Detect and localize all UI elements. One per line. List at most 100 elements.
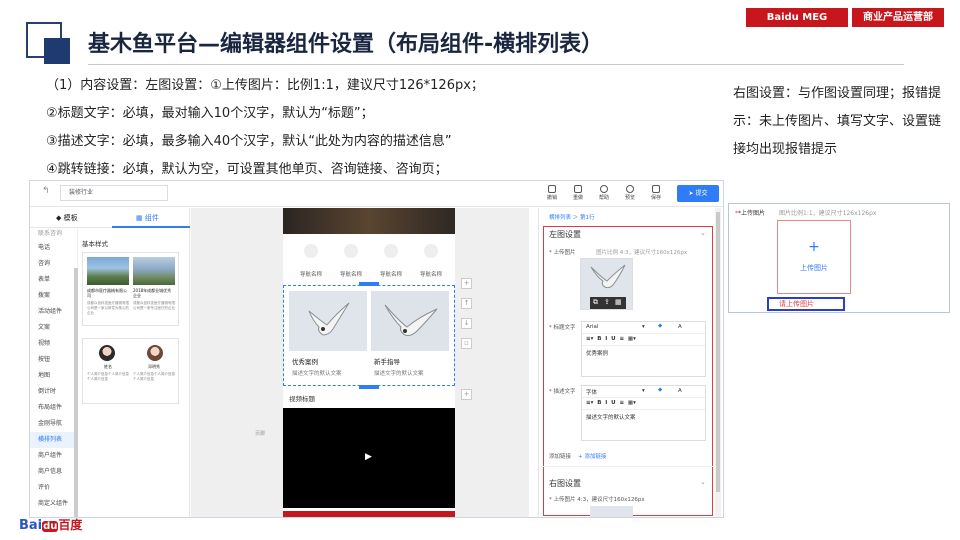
nav-item-active[interactable]: 横排列表: [30, 432, 77, 448]
bold-icon[interactable]: B: [597, 336, 601, 342]
right-uploaded-image[interactable]: [590, 506, 633, 517]
title-text-field[interactable]: 优秀案例: [582, 346, 705, 360]
font-select[interactable]: Arial: [586, 324, 598, 330]
building-image: [133, 257, 175, 285]
save-button[interactable]: 保存: [644, 185, 668, 201]
nav-item[interactable]: 活动组件: [30, 304, 77, 320]
desc-editor[interactable]: 字体 ▾ ◆ A ≡▾ B I U ≡ ▦▾ 描述文字的默认文案: [581, 385, 706, 441]
redo-button[interactable]: 重做: [566, 185, 590, 201]
upload-button-label: 上传图片: [800, 264, 828, 272]
badge-department: 商业产品运营部: [850, 8, 944, 27]
more-icon[interactable]: ▦▾: [628, 336, 636, 342]
italic-icon[interactable]: I: [605, 400, 607, 406]
upload-dropzone[interactable]: + 上传图片: [777, 220, 851, 294]
delete-icon[interactable]: ▫: [461, 338, 472, 349]
undo-button[interactable]: 撤销: [540, 185, 564, 201]
nav-item[interactable]: 地图: [30, 368, 77, 384]
help-button[interactable]: 帮助: [592, 185, 616, 201]
banner-image: [283, 208, 455, 234]
chevron-down-icon[interactable]: ▾: [642, 388, 645, 394]
image-placeholder-icon: [384, 244, 398, 258]
nav-item[interactable]: 按钮: [30, 352, 77, 368]
nav-item[interactable]: 倒计时: [30, 384, 77, 400]
submit-button[interactable]: ➤ 提交: [677, 185, 719, 202]
style-card-avatar-list[interactable]: 姓名 邓明秀 个人简介信息个人简介信息个人简介信息 个人简介信息个人简介信息个人…: [82, 338, 179, 404]
nav-cell[interactable]: 导航名称: [375, 244, 407, 280]
editor-topbar: ↰ 装修行业 撤销 重做 帮助 预览 保存 ➤ 提交: [30, 181, 723, 207]
nav-item[interactable]: 评价: [30, 480, 77, 496]
nav-item[interactable]: 商定义组件: [30, 496, 77, 512]
desc-text-field[interactable]: 描述文字的默认文案: [582, 410, 705, 424]
nav-item[interactable]: 商户组件: [30, 448, 77, 464]
nav-item[interactable]: 金刚导航: [30, 416, 77, 432]
upload-label: * 上传图片: [549, 250, 576, 256]
error-message: 请上传图片: [779, 300, 814, 308]
nav-item[interactable]: 表单: [30, 272, 77, 288]
nav-item[interactable]: 咨询: [30, 256, 77, 272]
left-image-section-title: 左图设置: [549, 230, 581, 239]
nav-item[interactable]: 视频: [30, 336, 77, 352]
nav-item[interactable]: 文案: [30, 320, 77, 336]
list-icon[interactable]: ≡▾: [586, 400, 595, 406]
add-link-button[interactable]: + 添加链接: [578, 452, 606, 460]
desc-label: * 描述文字: [549, 389, 576, 395]
collapse-icon[interactable]: ⌄: [700, 229, 706, 237]
video-player[interactable]: ▶: [283, 408, 455, 508]
add-above-icon[interactable]: +: [461, 278, 472, 289]
chevron-down-icon[interactable]: ▾: [642, 324, 645, 330]
tab-templates[interactable]: ◆ 模板: [56, 213, 78, 223]
horizontal-list-selected[interactable]: 优秀案例 描述文字的默认文案 新手指导 描述文字的默认文案: [283, 282, 455, 389]
preview-button[interactable]: 预览: [618, 185, 642, 201]
list-icon[interactable]: ≡▾: [586, 336, 595, 342]
breadcrumb[interactable]: 横排列表 ＞ 第1行: [549, 213, 595, 221]
text-color-icon[interactable]: ◆: [658, 387, 662, 393]
play-icon[interactable]: ▶: [365, 452, 372, 462]
layers-icon: ◆: [56, 214, 64, 222]
selection-handle[interactable]: [359, 282, 379, 286]
item-title: 优秀案例: [292, 358, 318, 366]
help-icon: [600, 185, 608, 193]
style-card-image-list[interactable]: 成都市医疗器械有限公司 2018年成都业城优秀企业 成都众创科技医疗器械有限公司…: [82, 252, 179, 326]
crop-icon[interactable]: ⧉: [593, 298, 598, 307]
nav-item[interactable]: 电话: [30, 240, 77, 256]
align-icon[interactable]: ≡: [619, 336, 624, 342]
collapse-icon[interactable]: ⌄: [700, 478, 706, 486]
underline-icon[interactable]: U: [611, 336, 615, 342]
phone-preview: 导航名称 导航名称 导航名称 导航名称 优秀案例 描述文字的默认文案 新手指导 …: [283, 208, 455, 517]
page-name-input[interactable]: 装修行业: [60, 185, 168, 201]
replace-icon[interactable]: ⇪: [604, 298, 610, 306]
trash-icon[interactable]: ▦: [615, 298, 622, 306]
error-highlight: 请上传图片: [767, 297, 845, 311]
add-below-icon[interactable]: +: [461, 389, 472, 400]
italic-icon[interactable]: I: [605, 336, 607, 342]
move-down-icon[interactable]: ↓: [461, 318, 472, 329]
selection-handle[interactable]: [359, 385, 379, 389]
settings-scroll-thumb[interactable]: [716, 212, 720, 492]
back-arrow-icon[interactable]: ↰: [42, 186, 50, 196]
nav-item[interactable]: 拨案: [30, 288, 77, 304]
nav-cell[interactable]: 导航名称: [415, 244, 447, 280]
right-image-section-title: 右图设置: [549, 479, 581, 488]
tab-components[interactable]: ▦ 组件: [136, 213, 159, 223]
avatar-name: 姓名: [104, 364, 112, 369]
video-title: 视频标题: [289, 395, 315, 403]
more-icon[interactable]: ▦▾: [628, 400, 636, 406]
font-size-icon[interactable]: A: [678, 388, 682, 394]
text-color-icon[interactable]: ◆: [658, 323, 662, 329]
font-select[interactable]: 字体: [586, 390, 597, 396]
uploaded-image[interactable]: ⧉ ⇪ ▦: [580, 258, 633, 310]
avatar-name: 邓明秀: [148, 364, 160, 369]
bold-icon[interactable]: B: [597, 400, 601, 406]
font-size-icon[interactable]: A: [678, 324, 682, 330]
move-up-icon[interactable]: ↑: [461, 298, 472, 309]
nav-cell[interactable]: 导航名称: [295, 244, 327, 280]
nav-scrollbar[interactable]: [74, 268, 78, 517]
nav-item[interactable]: 商户信息: [30, 464, 77, 480]
underline-icon[interactable]: U: [611, 400, 615, 406]
align-icon[interactable]: ≡: [619, 400, 624, 406]
title-editor[interactable]: Arial ▾ ◆ A ≡▾ B I U ≡ ▦▾ 优秀案例: [581, 321, 706, 377]
nav-item[interactable]: 联系咨询: [30, 228, 77, 240]
nav-cell[interactable]: 导航名称: [335, 244, 367, 280]
nav-item[interactable]: 布局组件: [30, 400, 77, 416]
component-nav: 联系咨询 电话 咨询 表单 拨案 活动组件 文案 视频 按钮 地图 倒计时 布局…: [30, 228, 78, 517]
